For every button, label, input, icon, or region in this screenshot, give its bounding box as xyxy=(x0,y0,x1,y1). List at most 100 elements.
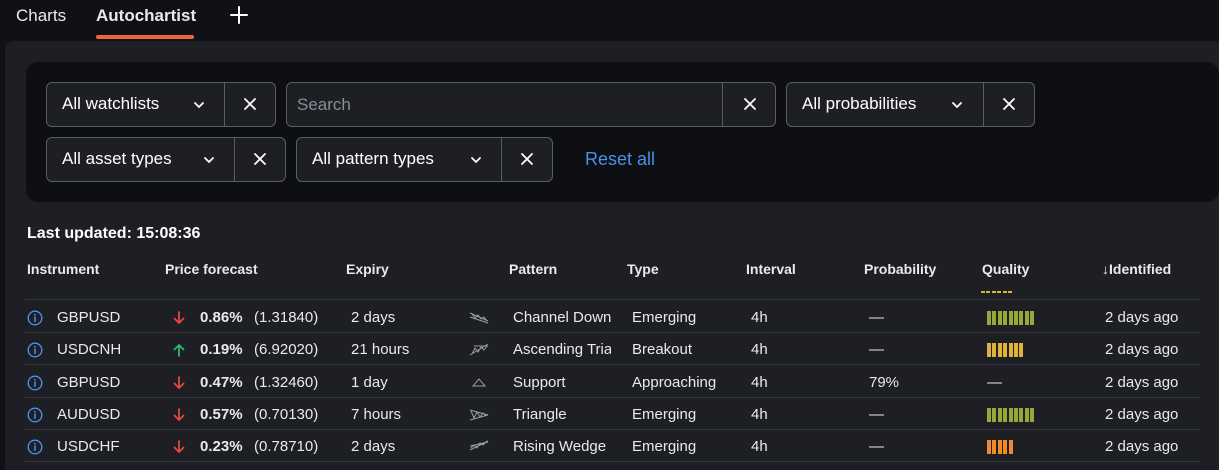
reset-all-link[interactable]: Reset all xyxy=(585,149,655,170)
column-identified[interactable]: ↓Identified xyxy=(1102,261,1171,277)
instrument-symbol: USDCNH xyxy=(57,341,122,359)
column-probability[interactable]: Probability xyxy=(864,261,936,277)
interval-value: 4h xyxy=(751,438,768,456)
probability-value: — xyxy=(869,438,884,456)
identified-time: 2 days ago xyxy=(1105,438,1179,456)
support-icon xyxy=(471,377,487,387)
quality-bar xyxy=(1008,407,1013,422)
expiry-value: 1 day xyxy=(351,373,388,391)
channel-down-icon xyxy=(469,312,489,324)
watchlists-label: All watchlists xyxy=(62,94,160,113)
quality-empty: — xyxy=(987,373,1002,391)
column-expiry[interactable]: Expiry xyxy=(346,261,389,277)
instrument-symbol: USDCHF xyxy=(57,438,120,456)
column-pattern[interactable]: Pattern xyxy=(509,261,557,277)
expiry-value: 2 days xyxy=(351,309,396,326)
table-row[interactable]: GBPUSD 0.86% (1.31840) 2 days Channel Down Em… xyxy=(25,301,1200,333)
watchlists-dropdown[interactable]: All watchlists xyxy=(47,83,225,126)
table-row[interactable]: GBPUSD 0.47% (1.32460) 1 day Support Approach… xyxy=(25,366,1200,398)
quality-bar xyxy=(987,440,991,455)
asset-types-label: All asset types xyxy=(62,149,172,168)
quality-bar xyxy=(987,407,991,422)
identified-time: 2 days ago xyxy=(1105,309,1179,326)
forecast-percent: 0.57% xyxy=(200,405,243,423)
quality-bar xyxy=(1003,343,1008,358)
probabilities-dropdown[interactable]: All probabilities xyxy=(787,83,984,126)
pattern-name: Support xyxy=(513,373,566,391)
quality-indicator xyxy=(987,343,1025,358)
rising-wedge-icon xyxy=(469,440,489,451)
arrow-down-icon xyxy=(173,440,185,454)
expiry-value: 2 days xyxy=(351,438,396,456)
quality-bar xyxy=(1024,407,1029,422)
forecast-percent: 0.19% xyxy=(200,341,243,359)
table-row[interactable]: USDCNH 0.19% (6.92020) 21 hours Ascending Tr… xyxy=(25,333,1200,366)
identified-time: 2 days ago xyxy=(1105,373,1179,391)
pattern-types-clear-button[interactable] xyxy=(502,138,552,181)
quality-bar xyxy=(997,407,1002,422)
search-clear-button[interactable] xyxy=(724,83,776,126)
info-icon[interactable] xyxy=(27,439,43,455)
quality-indicator xyxy=(987,440,1014,455)
add-tab-icon[interactable] xyxy=(228,4,250,26)
pattern-type: Approaching xyxy=(632,373,717,391)
close-icon xyxy=(521,153,533,165)
identified-time: 2 days ago xyxy=(1105,341,1179,359)
info-icon[interactable] xyxy=(27,342,43,358)
close-icon xyxy=(1003,98,1015,110)
interval-value: 4h xyxy=(751,373,768,391)
forecast-price: (1.31840) xyxy=(254,309,319,326)
filters-bar: All watchlists All probabilities xyxy=(26,62,1219,202)
column-interval[interactable]: Interval xyxy=(746,261,796,277)
pattern-type: Emerging xyxy=(632,405,697,423)
chevron-down-icon xyxy=(194,102,204,109)
pattern-types-dropdown[interactable]: All pattern types xyxy=(297,138,502,181)
probability-value: — xyxy=(869,405,884,423)
quality-bar xyxy=(1008,440,1013,455)
column-instrument[interactable]: Instrument xyxy=(27,261,99,277)
watchlists-filter: All watchlists xyxy=(46,82,276,127)
column-quality[interactable]: Quality xyxy=(982,261,1029,277)
info-icon[interactable] xyxy=(27,310,43,326)
quality-bar xyxy=(997,343,1002,358)
quality-bar xyxy=(987,343,991,358)
quality-bar xyxy=(992,440,997,455)
quality-bar xyxy=(1013,311,1018,325)
interval-value: 4h xyxy=(751,309,768,326)
arrow-down-icon xyxy=(173,375,185,389)
quality-bar xyxy=(992,311,997,325)
watchlists-clear-button[interactable] xyxy=(225,83,275,126)
pattern-name: Triangle xyxy=(513,405,567,423)
probabilities-clear-button[interactable] xyxy=(984,83,1034,126)
asset-types-dropdown[interactable]: All asset types xyxy=(47,138,235,181)
pattern-name: Ascending Triangle xyxy=(513,341,611,359)
quality-bar xyxy=(1019,343,1024,358)
info-icon[interactable] xyxy=(27,407,43,423)
quality-indicator xyxy=(981,286,1013,294)
close-icon xyxy=(254,153,266,165)
close-icon xyxy=(744,98,756,110)
chevron-down-icon xyxy=(204,157,214,164)
pattern-types-filter: All pattern types xyxy=(296,137,553,182)
arrow-down-icon xyxy=(173,311,185,324)
instrument-symbol: GBPUSD xyxy=(57,373,121,391)
column-price-forecast[interactable]: Price forecast xyxy=(165,261,258,277)
identified-time: 2 days ago xyxy=(1105,405,1179,423)
quality-bar xyxy=(997,440,1002,455)
probabilities-filter: All probabilities xyxy=(786,82,1035,127)
column-type[interactable]: Type xyxy=(627,261,659,277)
pattern-types-label: All pattern types xyxy=(312,149,434,168)
tab-charts[interactable]: Charts xyxy=(16,6,66,26)
results-table: GBPUSD 0.86% (1.31840) 2 days Channel Down Em… xyxy=(5,286,1219,470)
probability-value: 79% xyxy=(869,373,900,391)
table-row[interactable]: AUDUSD 0.57% (0.70130) 7 hours Triangle Emerg… xyxy=(25,398,1200,430)
asset-types-clear-button[interactable] xyxy=(235,138,285,181)
ascending-triangle-icon xyxy=(469,343,489,356)
search-input[interactable] xyxy=(287,83,723,126)
expiry-value: 21 hours xyxy=(351,341,410,359)
table-row[interactable]: USDCHF 0.23% (0.78710) 2 days Rising Wedge Em… xyxy=(25,430,1200,463)
info-icon[interactable] xyxy=(27,375,43,391)
last-updated-label: Last updated: 15:08:36 xyxy=(27,225,201,242)
tab-autochartist[interactable]: Autochartist xyxy=(96,6,196,26)
forecast-percent: 0.23% xyxy=(200,438,243,456)
